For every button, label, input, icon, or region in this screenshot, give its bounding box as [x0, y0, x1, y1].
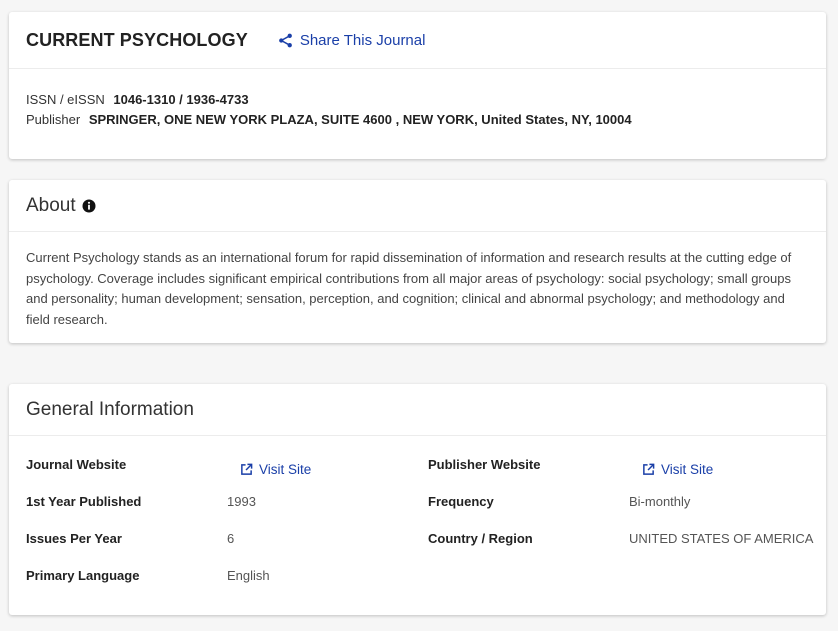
about-title: About: [26, 194, 76, 216]
frequency-label: Frequency: [428, 494, 494, 509]
journal-header-bar: CURRENT PSYCHOLOGY Share This Journal: [9, 12, 826, 69]
journal-header-card: CURRENT PSYCHOLOGY Share This Journal IS…: [9, 12, 826, 159]
journal-website-link[interactable]: Visit Site: [240, 462, 311, 477]
issues-per-year-value: 6: [227, 531, 235, 546]
share-journal-label: Share This Journal: [299, 31, 426, 49]
publisher-website-link-label: Visit Site: [661, 462, 714, 477]
primary-language-value: English: [227, 568, 270, 583]
issn-label: ISSN / eISSN: [26, 92, 105, 107]
external-link-icon: [241, 463, 253, 475]
about-header: About: [9, 180, 826, 232]
country-region-label: Country / Region: [428, 531, 533, 546]
share-icon: [278, 33, 292, 47]
issues-per-year-label: Issues Per Year: [26, 531, 122, 546]
publisher-value: SPRINGER, ONE NEW YORK PLAZA, SUITE 4600…: [88, 112, 632, 127]
issn-row: ISSN / eISSN 1046-1310 / 1936-4733: [26, 90, 809, 110]
issn-value: 1046-1310 / 1936-4733: [113, 92, 249, 107]
publisher-website-label: Publisher Website: [428, 457, 541, 472]
publisher-row: Publisher SPRINGER, ONE NEW YORK PLAZA, …: [26, 110, 809, 130]
primary-language-label: Primary Language: [26, 568, 140, 583]
about-text: Current Psychology stands as an internat…: [26, 250, 792, 327]
journal-title: CURRENT PSYCHOLOGY: [26, 29, 248, 50]
country-region-value: UNITED STATES OF AMERICA: [629, 531, 814, 546]
journal-website-link-label: Visit Site: [259, 462, 312, 477]
general-information-header: General Information: [9, 384, 826, 436]
publisher-website-link[interactable]: Visit Site: [642, 462, 713, 477]
share-journal-link[interactable]: Share This Journal: [278, 31, 426, 49]
publisher-label: Publisher: [26, 112, 81, 127]
info-icon[interactable]: [82, 199, 96, 213]
about-card: About Current Psychology stands as an in…: [9, 180, 826, 343]
first-year-label: 1st Year Published: [26, 494, 142, 509]
journal-website-label: Journal Website: [26, 457, 127, 472]
frequency-value: Bi-monthly: [629, 494, 691, 509]
general-information-title: General Information: [26, 398, 194, 420]
first-year-value: 1993: [227, 494, 256, 509]
journal-meta: ISSN / eISSN 1046-1310 / 1936-4733 Publi…: [9, 69, 826, 130]
general-information-card: General Information Journal Website Visi…: [9, 384, 826, 615]
external-link-icon: [643, 463, 655, 475]
